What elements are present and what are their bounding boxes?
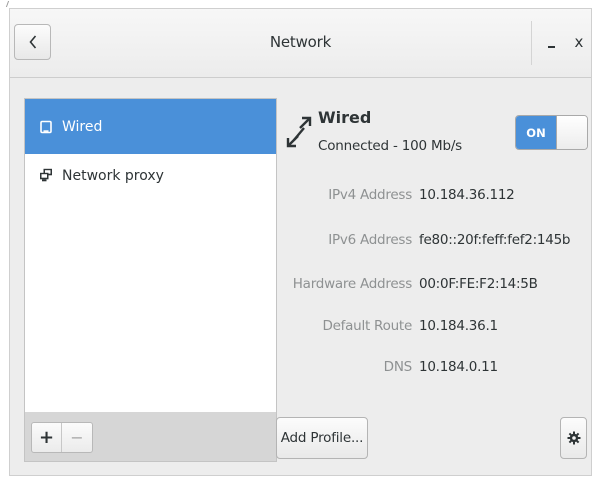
network-proxy-icon — [40, 168, 52, 182]
device-status: Connected - 100 Mb/s — [318, 138, 463, 154]
connection-toggle[interactable]: ON — [515, 115, 588, 150]
dns-value: 10.184.0.11 — [419, 359, 498, 375]
ipv4-value: 10.184.36.112 — [419, 187, 515, 203]
minimize-button[interactable] — [543, 33, 561, 53]
wired-device-icon — [40, 120, 52, 133]
gear-icon — [567, 431, 580, 445]
detail-row-ipv4: IPv4 Address 10.184.36.112 — [10, 187, 592, 207]
dns-label: DNS — [383, 359, 413, 375]
window-corner-mark — [5, 1, 13, 7]
sidebar-item-wired[interactable]: Wired — [25, 99, 276, 154]
toggle-knob[interactable] — [556, 116, 587, 149]
device-title: Wired — [318, 108, 372, 127]
window-title: Network — [269, 33, 332, 51]
hardware-address-label: Hardware Address — [292, 276, 412, 292]
toggle-on-label: ON — [516, 116, 556, 149]
add-remove-group: + − — [31, 422, 93, 453]
sidebar-item-label: Wired — [62, 118, 103, 135]
close-button[interactable]: x — [571, 33, 587, 53]
default-route-value: 10.184.36.1 — [419, 318, 498, 334]
ipv6-label: IPv6 Address — [328, 232, 412, 248]
add-profile-button[interactable]: Add Profile... — [276, 417, 368, 459]
detail-row-hardware: Hardware Address 00:0F:FE:F2:14:5B — [10, 276, 592, 296]
sidebar-item-label: Network proxy — [62, 168, 164, 184]
detail-row-dns: DNS 10.184.0.11 — [10, 359, 592, 379]
detail-row-route: Default Route 10.184.36.1 — [10, 318, 592, 338]
header-separator — [531, 21, 532, 65]
connection-settings-button[interactable] — [560, 417, 587, 459]
ipv4-label: IPv4 Address — [328, 187, 412, 203]
network-settings-window: Network x Wired Network proxy + − Wired … — [9, 8, 592, 476]
header-bar: Network x — [10, 9, 591, 78]
detail-row-ipv6: IPv6 Address fe80::20f:feff:fef2:145b — [10, 232, 592, 252]
ipv6-value: fe80::20f:feff:fef2:145b — [419, 232, 571, 248]
wired-connection-icon — [286, 116, 312, 148]
add-device-button[interactable]: + — [32, 423, 63, 452]
default-route-label: Default Route — [322, 318, 412, 334]
hardware-address-value: 00:0F:FE:F2:14:5B — [419, 276, 538, 292]
device-list-toolbar: + − — [24, 412, 277, 462]
remove-device-button[interactable]: − — [62, 423, 92, 452]
